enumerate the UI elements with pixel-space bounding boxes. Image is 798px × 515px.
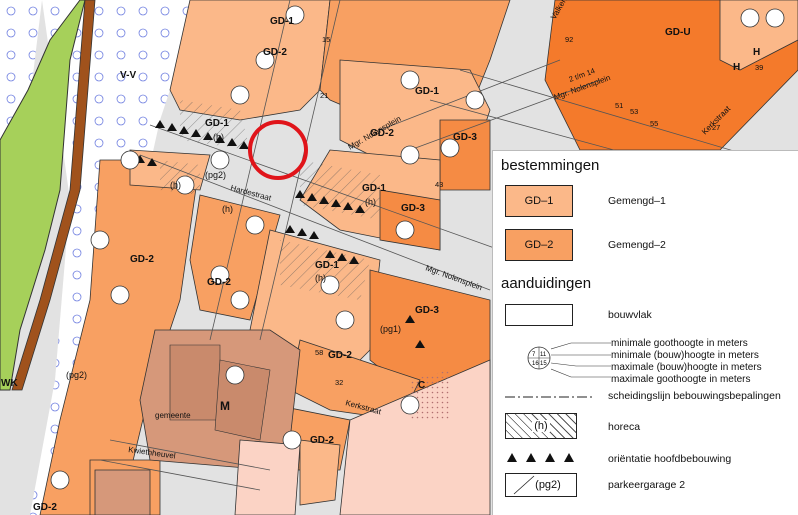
zone-gd1-north: [169, 0, 331, 121]
zone-label: WK: [1, 378, 18, 389]
dash-dot-line-icon: [505, 396, 595, 398]
height-sample-br: 15: [540, 361, 547, 367]
legend-label-parkeergarage: parkeergarage 2: [608, 479, 686, 491]
legend-code-parkeergarage: (pg2): [535, 479, 561, 491]
annotation-label: (h): [365, 197, 376, 207]
legend-swatch-gd1: GD–1: [505, 185, 573, 217]
zone-label: C: [418, 380, 425, 391]
legend-label-orientatie: oriëntatie hoofdbebouwing: [608, 453, 732, 465]
zone-label: GD-1: [315, 260, 339, 271]
zone-label: H: [733, 62, 740, 73]
zone-label: GD-2: [207, 277, 231, 288]
zoning-map-viewer: GD-1 GD-2 GD-1 GD-3 GD-1 GD-2 GD-1 GD-3 …: [0, 0, 798, 515]
height-sample-tr: 11: [540, 352, 547, 358]
zone-label: GD-3: [453, 132, 477, 143]
annotation-label: (h): [213, 132, 224, 142]
house-number: 39: [755, 63, 763, 72]
zone-gd1-far-south: [299, 439, 341, 506]
zone-label: V-V: [120, 70, 136, 81]
house-number: 55: [650, 119, 658, 128]
zone-label: GD-1: [362, 183, 386, 194]
street-label: gemeente: [155, 411, 191, 420]
house-number: 21: [320, 91, 328, 100]
zone-label: GD-1: [415, 86, 439, 97]
zone-label: GD-2: [328, 350, 352, 361]
legend-label-horeca: horeca: [608, 421, 641, 433]
legend-code-gd1: GD–1: [524, 195, 554, 207]
legend-swatch-gd2: GD–2: [505, 229, 573, 261]
legend-title-aanduidingen: aanduidingen: [501, 275, 592, 292]
legend-swatch-horeca: (h): [505, 413, 577, 439]
house-number: 43: [435, 180, 443, 189]
house-number: 32: [335, 378, 343, 387]
legend-label-bouwvlak: bouwvlak: [608, 309, 652, 321]
legend-label-scheidingslijn: scheidingslijn bebouwingsbepalingen: [608, 390, 781, 402]
legend-code-gd2: GD–2: [524, 239, 554, 251]
zone-label: M: [220, 399, 230, 413]
house-number: 58: [315, 348, 323, 357]
legend-height-line-4: maximale goothoogte in meters: [611, 374, 751, 385]
house-number: 15: [322, 35, 330, 44]
house-number: 27: [712, 123, 720, 132]
house-number: 92: [565, 35, 573, 44]
legend-height-line-2: minimale (bouw)hoogte in meters: [611, 350, 759, 361]
annotation-label: (pg2): [205, 170, 226, 180]
zone-label: GD-U: [665, 27, 691, 38]
house-number: 51: [615, 101, 623, 110]
annotation-label: (h): [315, 273, 326, 283]
legend-swatch-parkeergarage: (pg2): [505, 473, 577, 497]
legend-swatch-bouwvlak: [505, 304, 573, 326]
legend-label-gd1: Gemengd–1: [608, 195, 666, 207]
zone-label: GD-3: [401, 203, 425, 214]
zone-label: GD-3: [415, 305, 439, 316]
annotation-label: (h): [170, 180, 181, 190]
zone-label: GD-2: [33, 502, 57, 513]
zone-label: GD-2: [310, 435, 334, 446]
house-number: 53: [630, 107, 638, 116]
legend-panel: bestemmingen GD–1 Gemengd–1 GD–2 Gemengd…: [492, 150, 798, 515]
zone-gd3-center: [379, 189, 441, 251]
height-sample-bl: 16: [532, 361, 539, 367]
legend-height-line-1: minimale goothoogte in meters: [611, 338, 748, 349]
annotation-label: (pg1): [380, 324, 401, 334]
zone-label: H: [753, 47, 760, 58]
legend-title-bestemmingen: bestemmingen: [501, 157, 600, 174]
zone-label: GD-2: [130, 254, 154, 265]
legend-label-gd2: Gemengd–2: [608, 239, 666, 251]
orientation-triangles-icon: [507, 453, 574, 462]
zone-label: GD-1: [270, 16, 294, 27]
zone-label: GD-2: [263, 47, 287, 58]
zone-label: GD-1: [205, 118, 229, 129]
legend-height-line-3: maximale (bouw)hoogte in meters: [611, 362, 762, 373]
legend-code-horeca: (h): [532, 420, 550, 432]
annotation-label: (h): [222, 204, 233, 214]
annotation-label: (pg2): [66, 370, 87, 380]
